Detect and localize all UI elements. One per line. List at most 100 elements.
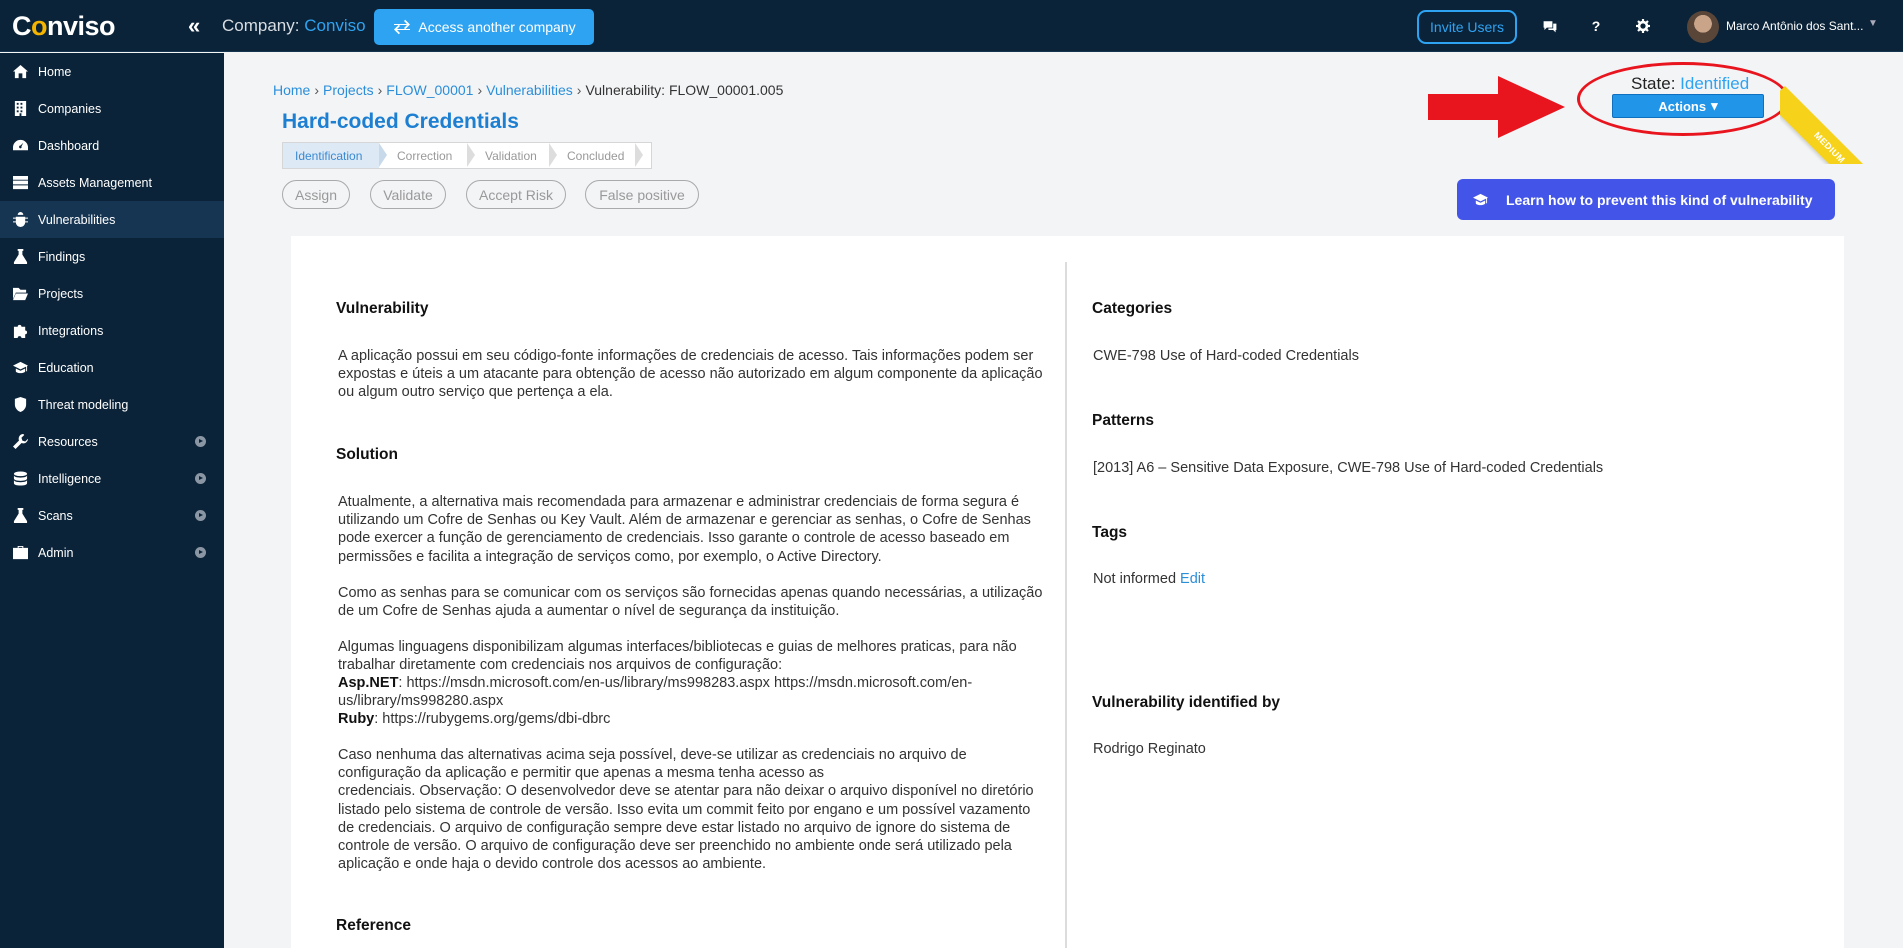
sidebar-item-label: Findings — [38, 249, 86, 264]
sidebar-item-label: Resources — [38, 434, 98, 449]
sidebar-item-label: Integrations — [38, 323, 104, 338]
collapse-sidebar-icon[interactable]: « — [188, 14, 200, 38]
severity-label: MEDIUM — [1780, 86, 1892, 164]
edit-tags-link[interactable]: Edit — [1180, 571, 1205, 587]
invite-users-button[interactable]: Invite Users — [1417, 10, 1517, 44]
chevron-right-icon — [195, 510, 206, 521]
sidebar-item-dashboard[interactable]: Dashboard — [0, 127, 224, 164]
graduation-cap-icon — [12, 360, 28, 376]
validate-button[interactable]: Validate — [370, 180, 446, 209]
step-validation: Validation — [467, 143, 557, 168]
actions-dropdown-button[interactable]: Actions ▾ — [1612, 94, 1764, 118]
building-icon — [12, 101, 28, 117]
categories-heading: Categories — [1092, 300, 1173, 317]
company-label-text: Company: — [222, 16, 300, 35]
help-icon[interactable]: ? — [1586, 16, 1606, 36]
chevron-right-icon — [195, 547, 206, 558]
server-icon — [12, 175, 28, 191]
solution-heading: Solution — [336, 446, 398, 463]
sidebar-item-label: Dashboard — [38, 138, 100, 153]
sidebar-item-integrations[interactable]: Integrations — [0, 312, 224, 349]
sidebar-item-home[interactable]: Home — [0, 53, 224, 90]
database-icon — [12, 471, 28, 487]
breadcrumb-projects[interactable]: Projects — [323, 82, 374, 98]
sidebar-item-label: Admin — [38, 545, 74, 560]
patterns-value: [2013] A6 – Sensitive Data Exposure, CWE… — [1093, 460, 1604, 476]
solution-paragraph-2: Como as senhas para se comunicar com os … — [338, 585, 1043, 620]
access-another-company-button[interactable]: Access another company — [374, 9, 594, 45]
sidebar-item-intelligence[interactable]: Intelligence — [0, 460, 224, 497]
breadcrumb-project[interactable]: FLOW_00001 — [386, 82, 473, 98]
learn-prevent-button[interactable]: Learn how to prevent this kind of vulner… — [1457, 179, 1835, 220]
state-value: Identified — [1680, 74, 1750, 93]
bug-icon — [12, 212, 28, 228]
breadcrumb-current: Vulnerability: FLOW_00001.005 — [585, 82, 784, 98]
workflow-steps: Identification Correction Validation Con… — [282, 142, 652, 169]
vulnerability-heading: Vulnerability — [336, 300, 429, 317]
accept-risk-button[interactable]: Accept Risk — [466, 180, 566, 209]
column-divider — [1065, 262, 1067, 948]
severity-ribbon: MEDIUM — [1780, 64, 1903, 164]
exchange-icon — [394, 19, 411, 35]
vulnerability-description: A aplicação possui em seu código-fonte i… — [338, 348, 1043, 401]
state-label: State: Identified — [1631, 74, 1750, 93]
sidebar-item-label: Intelligence — [38, 471, 102, 486]
solution-paragraph-4: Caso nenhuma das alternativas acima seja… — [338, 747, 1034, 873]
sidebar-item-findings[interactable]: Findings — [0, 238, 224, 275]
company-name[interactable]: Conviso — [304, 16, 365, 35]
flask-icon — [12, 249, 28, 265]
chat-icon[interactable] — [1540, 16, 1560, 36]
reference-heading: Reference — [336, 917, 411, 934]
flask-icon — [12, 508, 28, 524]
sidebar-item-admin[interactable]: Admin — [0, 534, 224, 571]
sidebar: Home Companies Dashboard Assets Manageme… — [0, 53, 224, 948]
chevron-down-icon[interactable]: ▼ — [1868, 18, 1878, 29]
sidebar-item-projects[interactable]: Projects — [0, 275, 224, 312]
false-positive-button[interactable]: False positive — [585, 180, 699, 209]
sidebar-item-threat-modeling[interactable]: Threat modeling — [0, 386, 224, 423]
step-concluded: Concluded — [549, 143, 643, 168]
aspnet-reference: Asp.NET: https://msdn.microsoft.com/en-u… — [338, 675, 973, 710]
chevron-right-icon — [195, 436, 206, 447]
sidebar-item-label: Projects — [38, 286, 84, 301]
gear-icon[interactable] — [1633, 16, 1653, 36]
tags-value: Not informed Edit — [1093, 571, 1206, 587]
identified-by-value: Rodrigo Reginato — [1093, 741, 1206, 757]
sidebar-item-label: Threat modeling — [38, 397, 129, 412]
puzzle-icon — [12, 323, 28, 339]
sidebar-item-assets-management[interactable]: Assets Management — [0, 164, 224, 201]
chevron-right-icon — [195, 473, 206, 484]
briefcase-icon — [12, 545, 28, 561]
solution-paragraph-1: Atualmente, a alternativa mais recomenda… — [338, 494, 1031, 565]
home-icon — [12, 64, 28, 80]
identified-by-heading: Vulnerability identified by — [1092, 694, 1281, 711]
sidebar-item-vulnerabilities[interactable]: Vulnerabilities — [0, 201, 224, 238]
user-avatar[interactable] — [1687, 11, 1719, 43]
user-name[interactable]: Marco Antônio dos Sant... — [1726, 19, 1863, 33]
solution-paragraph-3: Algumas linguagens disponibilizam alguma… — [338, 639, 1017, 674]
patterns-heading: Patterns — [1092, 412, 1155, 429]
step-identification: Identification — [283, 143, 387, 168]
wrench-icon — [12, 434, 28, 450]
breadcrumb-home[interactable]: Home — [273, 82, 310, 98]
sidebar-item-label: Education — [38, 360, 94, 375]
sidebar-item-education[interactable]: Education — [0, 349, 224, 386]
breadcrumb: Home › Projects › FLOW_00001 › Vulnerabilities… — [273, 82, 784, 98]
sidebar-item-companies[interactable]: Companies — [0, 90, 224, 127]
access-button-label: Access another company — [418, 19, 576, 35]
caret-down-icon: ▾ — [1711, 98, 1718, 113]
conviso-logo[interactable]: Conviso — [12, 10, 116, 42]
annotation-arrow — [1428, 76, 1565, 138]
breadcrumb-vulnerabilities[interactable]: Vulnerabilities — [486, 82, 573, 98]
tags-heading: Tags — [1092, 524, 1128, 541]
sidebar-item-label: Vulnerabilities — [38, 212, 116, 227]
sidebar-item-label: Assets Management — [38, 175, 152, 190]
dashboard-icon — [12, 138, 28, 154]
assign-button[interactable]: Assign — [282, 180, 350, 209]
sidebar-item-resources[interactable]: Resources — [0, 423, 224, 460]
graduation-cap-icon — [1473, 193, 1488, 206]
sidebar-item-scans[interactable]: Scans — [0, 497, 224, 534]
sidebar-item-label: Home — [38, 64, 72, 79]
step-correction: Correction — [379, 143, 475, 168]
top-bar: Conviso « Company: Conviso Access anothe… — [0, 0, 1903, 52]
